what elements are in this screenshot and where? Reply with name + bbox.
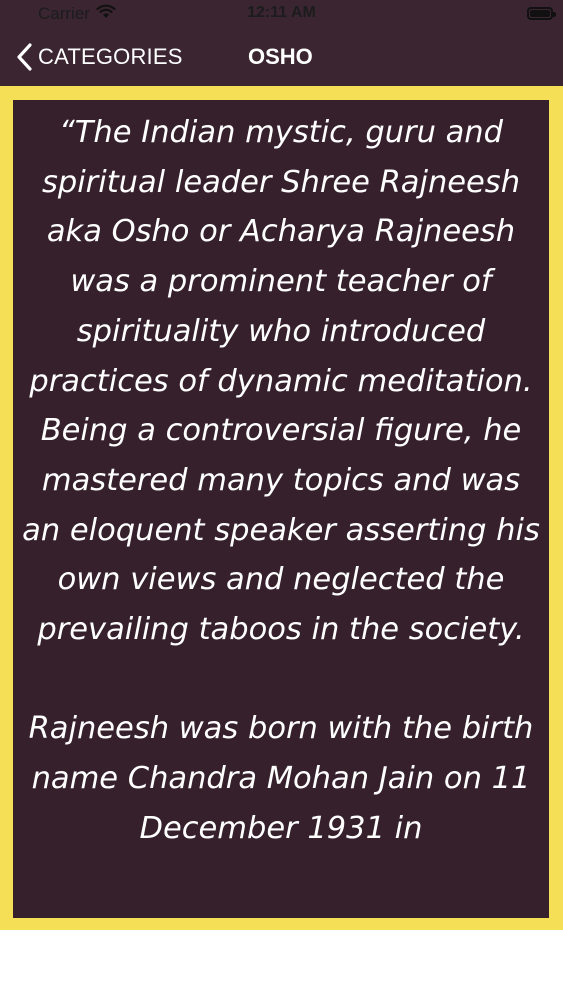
battery-icon <box>527 7 556 20</box>
chevron-left-icon <box>16 42 34 72</box>
navigation-bar: CATEGORIES OSHO <box>0 28 563 86</box>
status-time: 12:11 AM <box>247 4 316 21</box>
page-title: OSHO <box>248 44 313 69</box>
biography-paragraph-2: Rajneesh was born with the birth name Ch… <box>28 711 534 846</box>
text-scroll-view[interactable]: “The Indian mystic, guru and spiritual l… <box>13 100 549 918</box>
status-bar: Carrier 12:11 AM <box>0 0 563 28</box>
back-button[interactable]: CATEGORIES <box>16 42 183 72</box>
biography-text: “The Indian mystic, guru and spiritual l… <box>13 100 549 854</box>
back-button-label: CATEGORIES <box>38 44 183 69</box>
biography-paragraph-1: “The Indian mystic, guru and spiritual l… <box>22 115 540 648</box>
content-frame: “The Indian mystic, guru and spiritual l… <box>0 86 563 930</box>
